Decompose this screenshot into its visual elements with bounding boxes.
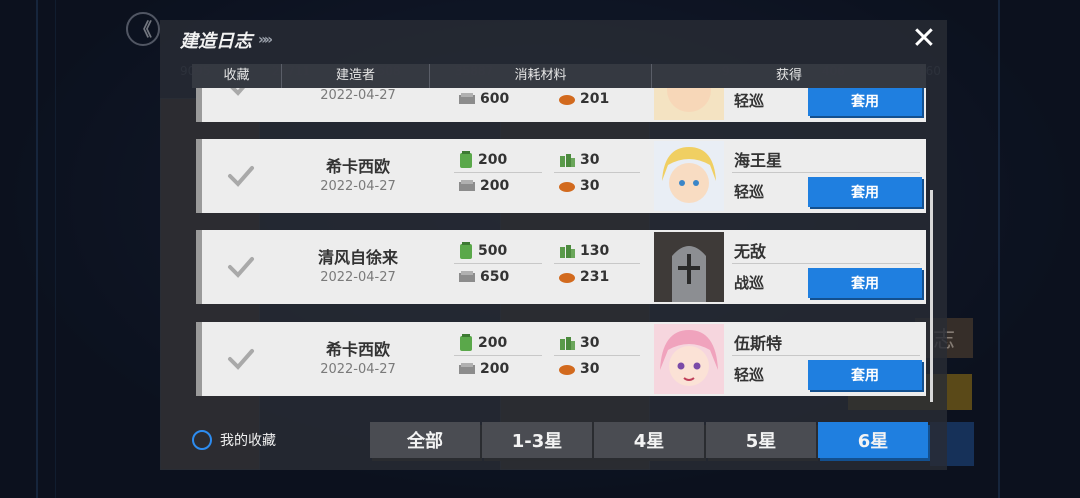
- apply-button[interactable]: 套用: [808, 360, 922, 390]
- list-item: 2022-04-27 600 201 轻巡 套用: [196, 88, 926, 122]
- build-date: 2022-04-27: [320, 270, 396, 285]
- ammo-icon: [560, 245, 575, 258]
- build-date: 2022-04-27: [320, 88, 396, 103]
- builder-name: 清风自徐来: [317, 248, 398, 267]
- ship-portrait: [654, 88, 724, 120]
- ship-type: 战巡: [734, 274, 765, 292]
- header-obtained: 获得: [775, 68, 802, 83]
- steel-cost: 650: [458, 266, 509, 288]
- builder-name: 希卡西欧: [325, 340, 390, 359]
- name-divider: [732, 263, 920, 264]
- checkmark-icon[interactable]: [226, 88, 256, 100]
- checkmark-icon[interactable]: [226, 161, 256, 191]
- dialog-title: 建造日志 »»: [180, 28, 273, 52]
- steel-cost: 200: [458, 175, 509, 197]
- ship-type: 轻巡: [734, 366, 765, 384]
- list-item: 希卡西欧 2022-04-27 200 30 200 30 伍斯特 轻巡 套用: [196, 322, 926, 396]
- divider: [554, 172, 640, 173]
- steel-icon: [459, 363, 475, 374]
- bauxite-icon: [559, 95, 575, 105]
- tab-5-star[interactable]: 5星: [706, 422, 816, 458]
- steel-cost: 200: [458, 358, 509, 380]
- bauxite-icon: [559, 182, 575, 192]
- ship-portrait: [654, 324, 724, 394]
- bauxite-cost: 201: [558, 88, 609, 110]
- ship-type: 轻巡: [734, 183, 765, 201]
- ammo-cost: 130: [558, 240, 609, 262]
- fuel-cost: 200: [458, 149, 507, 171]
- my-favorites-toggle[interactable]: 我的收藏: [192, 428, 276, 452]
- bauxite-icon: [559, 365, 575, 375]
- ship-portrait: [654, 232, 724, 302]
- tab-1-3-star[interactable]: 1-3星: [482, 422, 592, 458]
- divider: [454, 355, 542, 356]
- my-favorites-label: 我的收藏: [220, 433, 276, 449]
- ammo-icon: [560, 337, 575, 350]
- ship-name: 无敌: [734, 242, 767, 261]
- tab-all[interactable]: 全部: [370, 422, 480, 458]
- header-builder: 建造者: [282, 64, 430, 88]
- build-log-list[interactable]: 2022-04-27 600 201 轻巡 套用 希卡西欧 2022-04-27…: [192, 88, 926, 408]
- steel-icon: [459, 93, 475, 104]
- close-button[interactable]: ✕: [908, 24, 940, 54]
- build-date: 2022-04-27: [320, 179, 396, 194]
- build-date: 2022-04-27: [320, 362, 396, 377]
- fuel-icon: [460, 334, 472, 351]
- name-divider: [732, 172, 920, 173]
- ship-portrait: [654, 141, 724, 211]
- steel-cost: 600: [458, 88, 509, 110]
- ship-name: 伍斯特: [734, 334, 783, 353]
- list-item: 希卡西欧 2022-04-27 200 30 200 30 海王星 轻巡 套用: [196, 139, 926, 213]
- fuel-icon: [460, 242, 472, 259]
- apply-button[interactable]: 套用: [808, 88, 922, 116]
- tab-6-star[interactable]: 6星: [818, 422, 928, 458]
- ship-name: 海王星: [734, 151, 783, 170]
- ship-type: 轻巡: [734, 92, 765, 110]
- header-materials: 消耗材料: [430, 64, 652, 88]
- divider: [554, 355, 640, 356]
- builder-name: 希卡西欧: [325, 157, 390, 176]
- chevrons-icon: »»: [258, 32, 273, 48]
- steel-icon: [459, 271, 475, 282]
- name-divider: [732, 355, 920, 356]
- table-header: 收藏 建造者 消耗材料 获得: [192, 64, 926, 88]
- bauxite-cost: 30: [558, 358, 599, 380]
- apply-button[interactable]: 套用: [808, 177, 922, 207]
- fuel-icon: [460, 151, 472, 168]
- fuel-cost: 500: [458, 240, 507, 262]
- header-favorite: 收藏: [192, 64, 282, 88]
- fuel-cost: 200: [458, 332, 507, 354]
- tab-4-star[interactable]: 4星: [594, 422, 704, 458]
- bauxite-cost: 30: [558, 175, 599, 197]
- list-scrollbar[interactable]: [930, 190, 933, 402]
- checkmark-icon[interactable]: [226, 344, 256, 374]
- bauxite-icon: [559, 273, 575, 283]
- divider: [454, 263, 542, 264]
- checkmark-icon[interactable]: [226, 252, 256, 282]
- divider: [454, 172, 542, 173]
- bauxite-cost: 231: [558, 266, 609, 288]
- radio-icon[interactable]: [192, 430, 212, 450]
- list-item: 清风自徐来 2022-04-27 500 130 650 231 无敌 战巡 套…: [196, 230, 926, 304]
- divider: [554, 263, 640, 264]
- apply-button[interactable]: 套用: [808, 268, 922, 298]
- ammo-icon: [560, 154, 575, 167]
- dialog-title-text: 建造日志: [180, 31, 252, 52]
- ammo-cost: 30: [558, 149, 599, 171]
- steel-icon: [459, 180, 475, 191]
- ammo-cost: 30: [558, 332, 599, 354]
